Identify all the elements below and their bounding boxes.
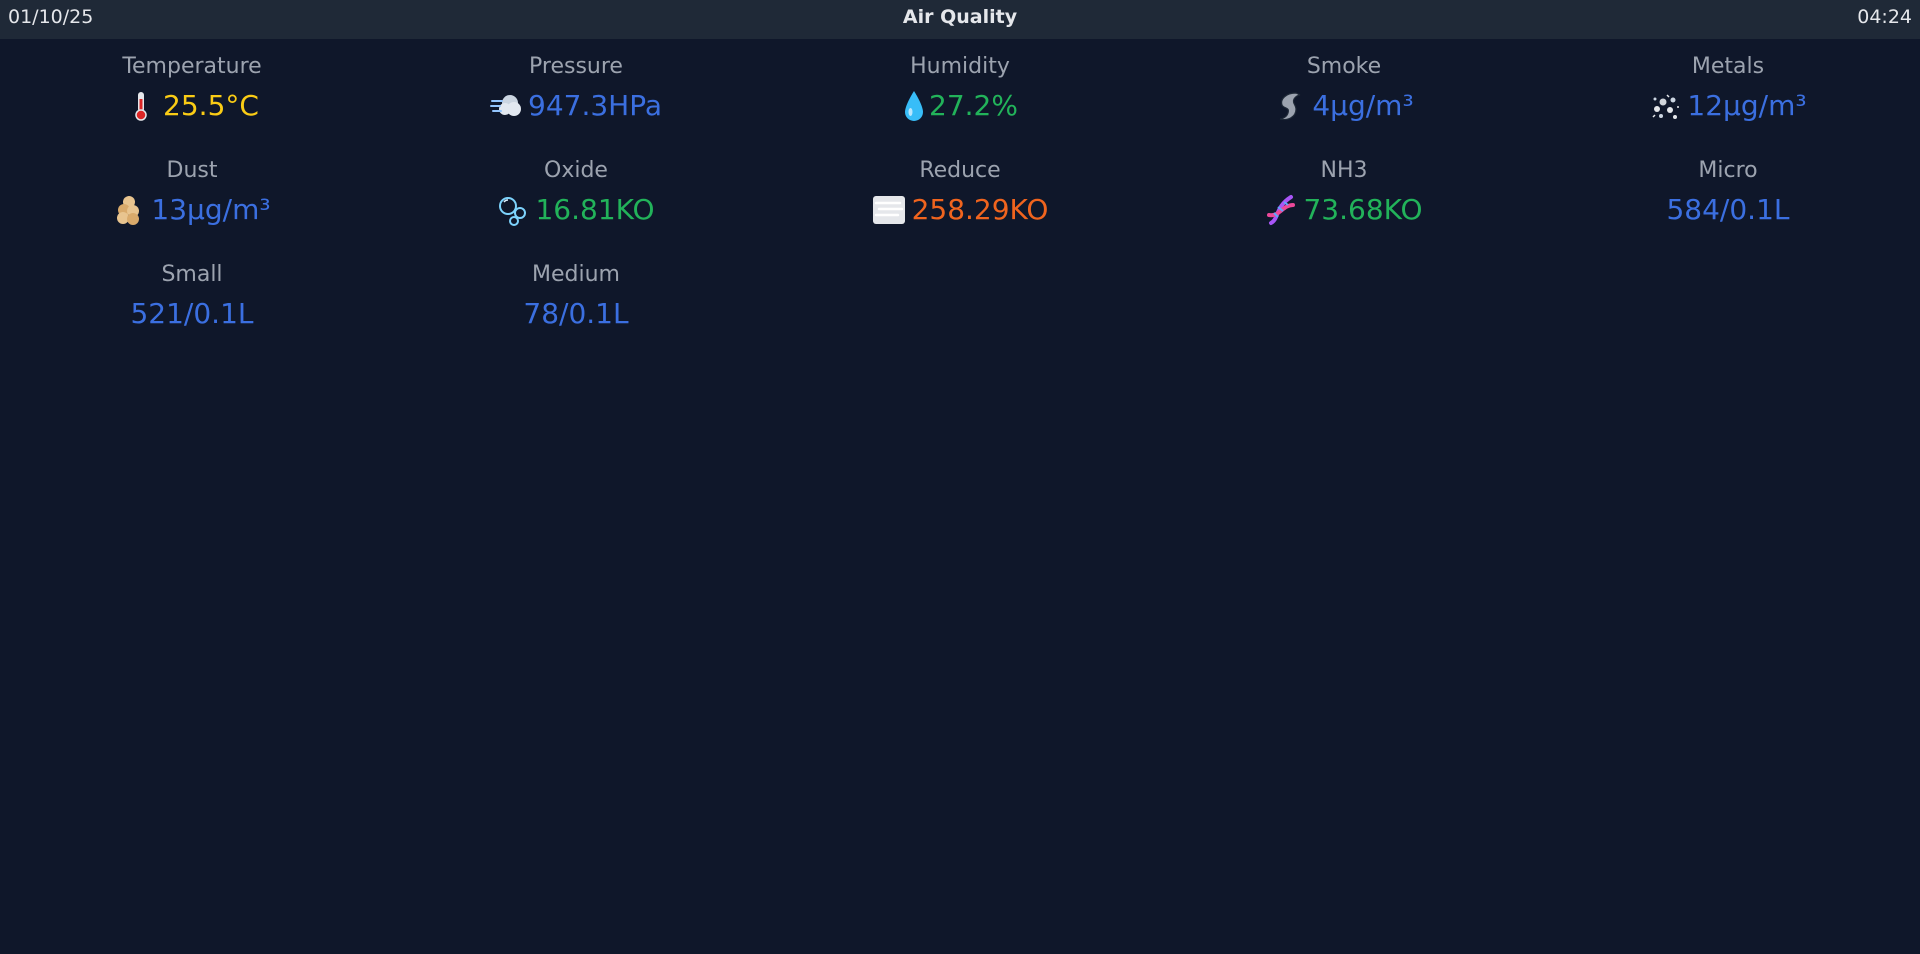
bubbles-icon bbox=[497, 193, 529, 227]
dna-icon bbox=[1265, 193, 1297, 227]
metric-smoke: Smoke 4µg/m³ bbox=[1152, 52, 1536, 156]
metric-label: Micro bbox=[1698, 158, 1758, 183]
thermometer-icon bbox=[125, 89, 157, 123]
metric-label: Humidity bbox=[910, 54, 1010, 79]
metric-value: 73.68KO bbox=[1303, 193, 1423, 226]
metric-label: Dust bbox=[166, 158, 218, 183]
metric-label: NH3 bbox=[1320, 158, 1368, 183]
metric-nh3: NH3 73.68KO bbox=[1152, 156, 1536, 260]
metric-dust: Dust 13µg/m³ bbox=[0, 156, 384, 260]
metric-reduce: Reduce 258.29KO bbox=[768, 156, 1152, 260]
metric-label: Metals bbox=[1691, 54, 1765, 79]
metric-oxide: Oxide 16.81KO bbox=[384, 156, 768, 260]
metric-value: 521/0.1L bbox=[130, 297, 254, 330]
metric-label: Oxide bbox=[544, 158, 608, 183]
metric-value: 584/0.1L bbox=[1666, 193, 1790, 226]
page-title: Air Quality bbox=[902, 6, 1018, 28]
metric-value: 16.81KO bbox=[535, 193, 655, 226]
metric-metals: Metals 12µg/m³ bbox=[1536, 52, 1920, 156]
metric-value: 4µg/m³ bbox=[1312, 89, 1414, 122]
header-bar: 01/10/25 Air Quality 04:24 bbox=[0, 0, 1920, 39]
metric-label: Medium bbox=[532, 262, 620, 287]
metric-value: 27.2% bbox=[929, 89, 1018, 122]
wind-icon bbox=[490, 89, 522, 123]
metric-value: 78/0.1L bbox=[523, 297, 629, 330]
metric-temperature: Temperature 25.5°C bbox=[0, 52, 384, 156]
droplet-icon bbox=[902, 89, 926, 123]
metric-pressure: Pressure 947.3HPa bbox=[384, 52, 768, 156]
particles-icon bbox=[1649, 89, 1681, 123]
metric-label: Small bbox=[161, 262, 223, 287]
time-display: 04:24 bbox=[1857, 6, 1912, 28]
metric-label: Temperature bbox=[122, 54, 262, 79]
metric-value: 947.3HPa bbox=[528, 89, 662, 122]
smoke-icon bbox=[1274, 89, 1306, 123]
metric-value: 258.29KO bbox=[911, 193, 1049, 226]
metrics-grid: Temperature 25.5°C Pressure 947.3HPa Hum… bbox=[0, 52, 1920, 364]
metric-label: Reduce bbox=[919, 158, 1001, 183]
metric-value: 25.5°C bbox=[163, 89, 259, 122]
metric-small: Small 521/0.1L bbox=[0, 260, 384, 364]
metric-value: 12µg/m³ bbox=[1687, 89, 1807, 122]
metric-label: Pressure bbox=[529, 54, 623, 79]
metric-medium: Medium 78/0.1L bbox=[384, 260, 768, 364]
fog-icon bbox=[872, 193, 906, 227]
metric-humidity: Humidity 27.2% bbox=[768, 52, 1152, 156]
dust-icon bbox=[113, 193, 145, 227]
metric-value: 13µg/m³ bbox=[151, 193, 271, 226]
metric-label: Smoke bbox=[1306, 54, 1382, 79]
metric-micro: Micro 584/0.1L bbox=[1536, 156, 1920, 260]
